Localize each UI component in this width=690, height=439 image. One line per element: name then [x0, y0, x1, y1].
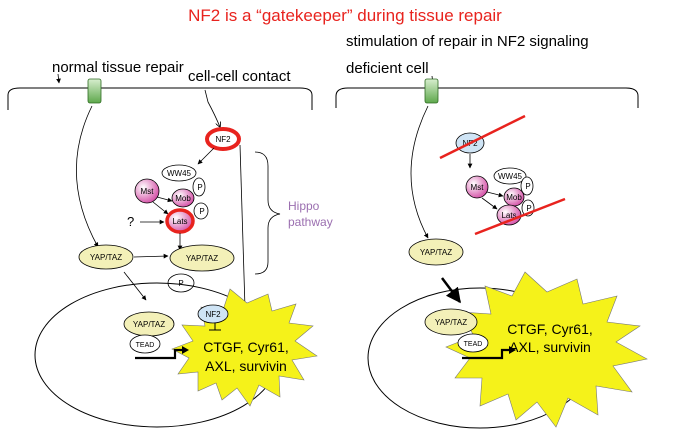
right-heading-1: stimulation of repair in NF2 signaling — [346, 33, 589, 50]
nf2-inactivation-line — [439, 114, 526, 160]
tead-label: TEAD — [136, 342, 155, 349]
cell-membrane-right — [335, 87, 639, 108]
yaptaz-nuclear-entry-arrow — [123, 271, 147, 301]
receptor — [87, 78, 102, 104]
tead-label-right: TEAD — [464, 341, 483, 348]
phospho-1-label-right: P — [525, 182, 530, 191]
target-genes-left-1: CTGF, Cyr61, — [203, 339, 289, 355]
cell-membrane — [7, 87, 313, 110]
mst-label-right: Mst — [471, 183, 485, 192]
unknown-input: ? — [127, 214, 134, 229]
left-panel: normal tissue repair cell-cell contact N… — [7, 59, 333, 428]
nf2-label: NF2 — [215, 135, 231, 144]
nf2-to-nucleus-arrow — [239, 144, 248, 309]
yaptaz-phosphorylated-label: YAP/TAZ — [186, 254, 218, 263]
nf2-to-complex-arrow — [197, 147, 215, 165]
target-genes-right-1: CTGF, Cyr61, — [507, 321, 593, 337]
contact-label: cell-cell contact — [188, 68, 291, 85]
yaptaz-nuclear-label-right: YAP/TAZ — [435, 318, 467, 327]
right-panel: stimulation of repair in NF2 signaling d… — [335, 33, 648, 429]
phospho-1-label: P — [197, 183, 202, 192]
receptor-right — [424, 78, 439, 104]
hippo-label-1: Hippo — [288, 199, 320, 213]
mob-label: Mob — [175, 194, 191, 203]
mob-label-right: Mob — [506, 193, 522, 202]
target-genes-right-2: AXL, survivin — [509, 339, 591, 355]
hippo-brace — [254, 151, 281, 275]
yaptaz-cytoplasmic-label: YAP/TAZ — [90, 253, 122, 262]
hippo-label-2: pathway — [288, 215, 333, 229]
ww45-label-right: WW45 — [498, 172, 523, 181]
nf2-nuclear-label: NF2 — [205, 310, 221, 319]
mst-to-lats-arrow — [152, 201, 169, 215]
ww45-label: WW45 — [167, 169, 192, 178]
receptor-to-yaptaz-arrow — [75, 105, 99, 248]
lats-label: Lats — [172, 217, 187, 226]
yaptaz-to-phospho-arrow — [133, 253, 169, 259]
contact-to-nf2-arrow — [204, 89, 220, 127]
right-heading-2: deficient cell — [346, 60, 429, 77]
phospho-3-label: P — [178, 279, 183, 288]
nf2-gatekeeper-diagram: NF2 is a “gatekeeper” during tissue repa… — [7, 6, 648, 429]
diagram-title: NF2 is a “gatekeeper” during tissue repa… — [188, 6, 502, 25]
mst-label: Mst — [141, 187, 155, 196]
phospho-2-label: P — [199, 207, 204, 216]
left-heading: normal tissue repair — [52, 59, 184, 76]
yaptaz-cytoplasmic-label-right: YAP/TAZ — [420, 248, 452, 257]
yaptaz-nuclear-label: YAP/TAZ — [133, 320, 165, 329]
target-genes-left-2: AXL, survivin — [205, 358, 287, 374]
mst-to-mob-arrow — [156, 196, 173, 203]
mst-to-mob-arrow-right — [486, 191, 504, 198]
mst-to-lats-arrow-right — [481, 197, 498, 210]
receptor-to-yaptaz-arrow-right — [410, 105, 429, 239]
